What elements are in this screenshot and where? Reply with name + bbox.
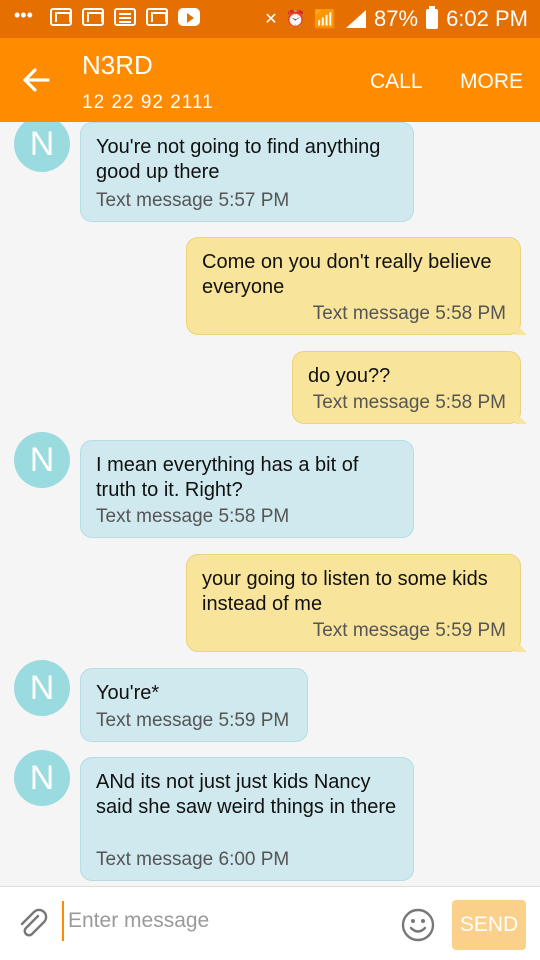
youtube-icon — [178, 8, 200, 26]
message-bubble-outgoing[interactable]: your going to listen to some kids instea… — [186, 554, 527, 652]
mail-icon — [50, 8, 72, 26]
battery-percent: 87% — [374, 6, 419, 31]
message-meta: Text message 5:58 PM — [96, 506, 290, 527]
message-meta: Text message 5:59 PM — [312, 620, 506, 641]
mail-icon — [146, 8, 168, 26]
message-bubble-incoming[interactable]: I mean everything has a bit of truth to … — [80, 440, 414, 538]
message-text: You're not going to find anything good u… — [96, 136, 381, 183]
signal-icon — [344, 10, 367, 28]
document-icon — [114, 8, 136, 26]
more-notifications-icon: ••• — [14, 5, 33, 25]
attach-paperclip-icon[interactable] — [16, 907, 50, 941]
message-input[interactable] — [62, 901, 382, 941]
message-text: ANd its not just just kids Nancy said sh… — [96, 771, 397, 818]
emoji-smiley-icon[interactable] — [400, 907, 436, 943]
clock: 6:02 PM — [446, 6, 528, 31]
message-meta: Text message 5:58 PM — [312, 392, 506, 413]
message-bubble-incoming[interactable]: You're not going to find anything good u… — [80, 122, 414, 222]
message-bubble-outgoing[interactable]: do you?? Text message 5:58 PM — [292, 351, 527, 424]
message-meta: Text message 5:59 PM — [96, 710, 290, 731]
message-thread[interactable]: N You're not going to find anything good… — [0, 122, 540, 886]
message-meta: Text message 5:58 PM — [312, 303, 506, 324]
send-button[interactable]: SEND — [452, 900, 526, 950]
message-meta: Text message 5:57 PM — [96, 190, 290, 211]
message-text: your going to listen to some kids instea… — [202, 568, 488, 615]
message-text: Come on you don't really believe everyon… — [202, 251, 492, 298]
contact-number: 12 22 92 2111 — [82, 92, 214, 113]
contact-avatar[interactable]: N — [14, 660, 70, 716]
message-meta: Text message 6:00 PM — [96, 849, 290, 870]
message-text: You're* — [96, 682, 160, 704]
more-button[interactable]: MORE — [460, 70, 523, 94]
contact-avatar[interactable]: N — [14, 122, 70, 172]
contact-avatar[interactable]: N — [14, 432, 70, 488]
message-bubble-outgoing[interactable]: Come on you don't really believe everyon… — [186, 237, 527, 335]
message-text: I mean everything has a bit of truth to … — [96, 454, 359, 501]
alarm-icon: ⏰ — [285, 11, 306, 28]
message-bubble-incoming[interactable]: ANd its not just just kids Nancy said sh… — [80, 757, 414, 881]
call-button[interactable]: CALL — [370, 70, 423, 94]
status-bar: ••• ✕ ⏰ 📶 87% 6:02 PM — [0, 0, 540, 38]
wifi-icon: 📶 — [313, 8, 337, 29]
battery-icon — [426, 6, 439, 29]
mail-icon — [82, 8, 104, 26]
composer-bar: SEND — [0, 886, 540, 960]
contact-avatar[interactable]: N — [14, 750, 70, 806]
message-text: do you?? — [308, 365, 391, 387]
contact-name: N3RD — [82, 50, 153, 80]
message-bubble-incoming[interactable]: You're* Text message 5:59 PM — [80, 668, 308, 742]
mute-icon: ✕ — [264, 11, 278, 28]
app-bar: N3RD 12 22 92 2111 CALL MORE — [0, 38, 540, 122]
back-arrow-icon[interactable] — [18, 62, 54, 98]
